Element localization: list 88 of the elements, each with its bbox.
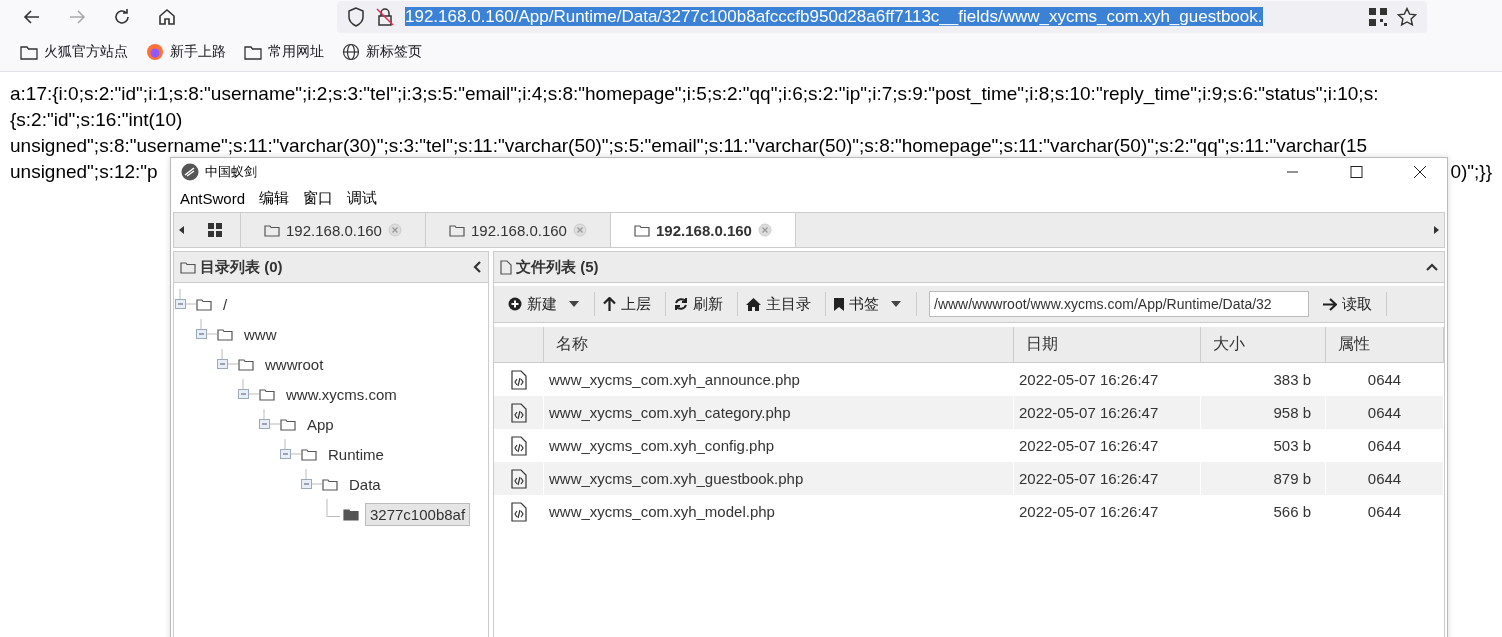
toolbar-button[interactable]: 刷新 bbox=[666, 292, 738, 316]
home-icon[interactable] bbox=[157, 6, 177, 27]
folder-filled-icon bbox=[343, 507, 359, 521]
column-header[interactable]: 大小 bbox=[1201, 327, 1326, 363]
folder-icon bbox=[217, 327, 233, 341]
bookmark-link[interactable]: 新手上路 bbox=[142, 39, 230, 65]
star-icon bbox=[1397, 6, 1417, 27]
bookmark-icon bbox=[834, 297, 844, 311]
code-file-icon bbox=[510, 369, 527, 390]
table-cell: 2022-05-07 16:26:47 bbox=[1014, 396, 1201, 429]
toolbar-button[interactable]: 上层 bbox=[595, 292, 666, 316]
tree-item[interactable]: / bbox=[218, 292, 233, 316]
column-header[interactable]: 日期 bbox=[1014, 327, 1201, 363]
page-text: unsigned";s:8:"username";s:11:"varchar(30)";s:3:"tel";s:11:"varchar(50)";s:5:"email";s:11:"varchar(50)";s:8:"homepage";s:11:"varchar(50)";s:2:"qq";s:11:"varchar(15 bbox=[10, 134, 1368, 158]
qr-code-icon bbox=[1369, 7, 1387, 26]
address-bar[interactable]: 192.168.0.160/App/Runtime/Data/3277c100b8afcccfb950d28a6ff7113c__fields/www_xycms_com.xyh_guestbook. bbox=[337, 0, 1427, 33]
tree-item[interactable]: www bbox=[239, 322, 282, 346]
path-field[interactable]: /www/wwwroot/www.xycms.com/App/Runtime/Data/32 bbox=[929, 291, 1309, 317]
folder-icon bbox=[280, 417, 296, 431]
grid-icon bbox=[208, 223, 222, 237]
menu-item[interactable]: 调试 bbox=[347, 188, 378, 208]
window-title: 中国蚁剑 bbox=[205, 163, 258, 181]
file-icon bbox=[500, 259, 512, 275]
caret-icon bbox=[890, 300, 902, 308]
insecure-lock-icon bbox=[375, 6, 395, 27]
table-cell: 958 b bbox=[1201, 396, 1326, 429]
table-cell: www_xycms_com.xyh_guestbook.php bbox=[544, 462, 1014, 495]
page-text: 0)";}} bbox=[1450, 160, 1492, 184]
toolbar-button[interactable]: 书签 bbox=[826, 292, 917, 316]
table-cell: 0644 bbox=[1326, 396, 1444, 429]
table-cell: 0644 bbox=[1326, 462, 1444, 495]
plus-circle-icon bbox=[508, 297, 522, 311]
tree-item[interactable]: www.xycms.com bbox=[281, 382, 402, 406]
code-file-icon bbox=[510, 501, 527, 522]
toolbar-button[interactable]: 新建 bbox=[500, 292, 595, 316]
menu-item[interactable]: 编辑 bbox=[259, 188, 290, 208]
tree-item[interactable]: Runtime bbox=[323, 442, 389, 466]
arrow-up-icon bbox=[603, 297, 616, 311]
home-icon bbox=[746, 297, 761, 311]
toolbar-button[interactable]: 主目录 bbox=[738, 292, 826, 316]
tree-item[interactable]: Data bbox=[344, 472, 386, 496]
folder-icon bbox=[196, 297, 212, 311]
page-text: {s:2:"id";s:16:"int(10) bbox=[10, 108, 183, 132]
folder-icon bbox=[259, 387, 275, 401]
menu-item[interactable]: 窗口 bbox=[303, 188, 334, 208]
tab-close-icon[interactable] bbox=[757, 223, 772, 237]
read-button[interactable]: 读取 bbox=[1309, 292, 1387, 316]
menu-item[interactable]: AntSword bbox=[180, 189, 246, 207]
code-file-icon bbox=[510, 468, 527, 489]
reload-icon[interactable] bbox=[112, 6, 132, 27]
folder-icon bbox=[264, 223, 281, 237]
bookmark-link[interactable]: 常用网址 bbox=[240, 39, 328, 65]
url-text: 192.168.0.160/App/Runtime/Data/3277c100b8afcccfb950d28a6ff7113c__fields/www_xycms_com.xyh_guestbook. bbox=[405, 6, 1264, 27]
globe-icon bbox=[342, 43, 360, 61]
table-cell: 2022-05-07 16:26:47 bbox=[1014, 462, 1201, 495]
column-header[interactable]: 名称 bbox=[544, 327, 1014, 363]
folder-icon bbox=[322, 477, 338, 491]
tab[interactable]: 192.168.0.160 bbox=[611, 213, 796, 247]
bookmark-link[interactable]: 新标签页 bbox=[338, 39, 426, 65]
code-file-icon bbox=[510, 435, 527, 456]
browser-logo-icon bbox=[146, 43, 164, 61]
tree-connector-icon bbox=[326, 499, 340, 517]
folder-icon bbox=[449, 223, 466, 237]
caret-icon bbox=[568, 300, 580, 308]
folder-icon bbox=[180, 260, 196, 274]
folder-icon bbox=[238, 357, 254, 371]
tree-item[interactable]: App bbox=[302, 412, 339, 436]
collapse-left-icon[interactable] bbox=[472, 261, 482, 273]
app-logo-icon bbox=[181, 163, 199, 181]
refresh-icon bbox=[674, 297, 688, 311]
tree-item[interactable]: 3277c100b8af bbox=[365, 502, 471, 526]
folder-icon bbox=[634, 223, 651, 237]
panel-title: 目录列表 (0) bbox=[200, 257, 284, 277]
column-header[interactable]: 属性 bbox=[1326, 327, 1444, 363]
folder-icon bbox=[244, 44, 262, 60]
collapse-up-icon[interactable] bbox=[1426, 262, 1438, 272]
page-text: unsigned";s:12:"p bbox=[10, 160, 158, 184]
tree-item[interactable]: wwwroot bbox=[260, 352, 329, 376]
folder-icon bbox=[301, 447, 317, 461]
shield-icon bbox=[347, 6, 365, 27]
folder-icon bbox=[20, 44, 38, 60]
code-file-icon bbox=[510, 402, 527, 423]
bookmark-link[interactable]: 火狐官方站点 bbox=[16, 39, 132, 65]
table-cell: www_xycms_com.xyh_category.php bbox=[544, 396, 1014, 429]
table-cell: 879 b bbox=[1201, 462, 1326, 495]
page-text: a:17:{i:0;s:2:"id";i:1;s:8:"username";i:2;s:3:"tel";i:3;s:5:"email";i:4;s:8:"homepage";i:5;s:2:"qq";i:6;s:2:"ip";i:7;s:9:"post_time";i:8;s:10:"reply_time";i:9;s:6:"status";i:10;s: bbox=[10, 82, 1379, 107]
panel-title: 文件列表 (5) bbox=[516, 257, 600, 277]
arrow-right-icon bbox=[1323, 297, 1337, 311]
